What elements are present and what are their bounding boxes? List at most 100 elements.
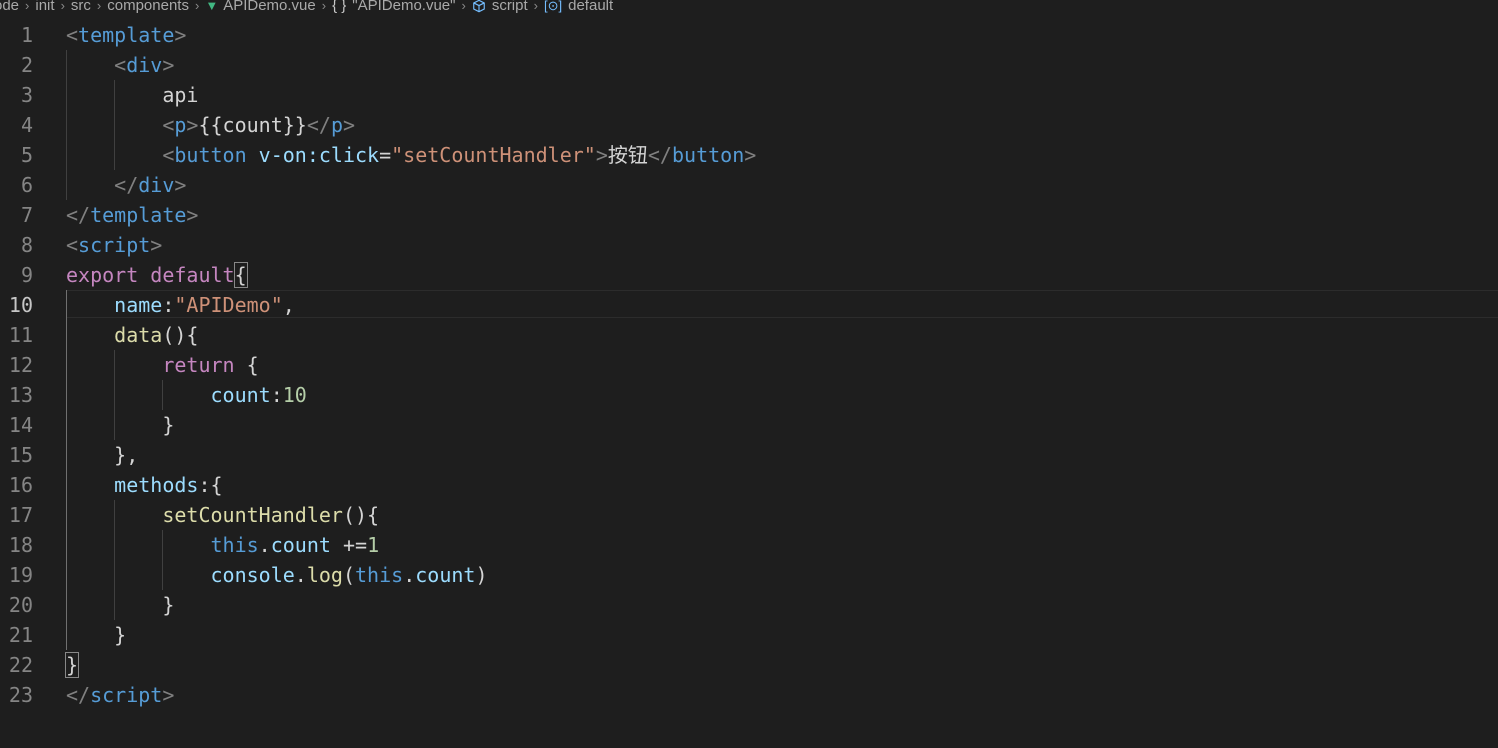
code-text[interactable]: <div> [66,50,174,80]
code-token: += [330,533,368,557]
code-line[interactable]: 23 </script> [0,680,1498,710]
code-line[interactable]: 5 <button v-on:click="setCountHandler">按… [0,140,1498,170]
code-token: } [66,593,175,617]
code-text[interactable]: return { [66,350,259,380]
breadcrumb-item[interactable]: init [35,0,54,14]
code-token: name [114,293,163,317]
code-line[interactable]: 7 </template> [0,200,1498,230]
line-number: 8 [20,233,33,257]
code-token: :{ [198,473,223,497]
code-text[interactable]: } [66,410,174,440]
code-text[interactable]: </div> [66,170,186,200]
code-line[interactable]: 20 } [0,590,1498,620]
code-token: . [403,563,416,587]
code-text[interactable]: } [64,650,80,680]
code-line[interactable]: 22} [0,650,1498,680]
breadcrumb-label: APIDemo.vue [223,0,316,14]
code-text[interactable]: } [66,620,126,650]
braces-icon: { } [332,0,347,14]
code-token: this [355,563,404,587]
code-editor[interactable]: 1 <template> 2 <div> 3 api 4 <p>{{count}}</p… [0,20,1498,748]
code-text[interactable]: export default{ [66,260,248,290]
code-token: : [270,383,283,407]
code-text[interactable]: methods:{ [66,470,223,500]
code-text[interactable]: data(){ [66,320,198,350]
code-text[interactable]: </template> [66,200,198,230]
code-line[interactable]: 21 } [0,620,1498,650]
code-token: < [66,233,79,257]
line-number: 6 [20,173,33,197]
code-token: { [234,353,259,377]
line-number: 11 [8,323,33,347]
code-token: = [379,143,392,167]
breadcrumb-item[interactable]: components [107,0,189,14]
line-number: 4 [20,113,33,137]
breadcrumb-item[interactable]: { } "APIDemo.vue" [332,0,455,14]
code-token: script [78,233,151,257]
code-line[interactable]: 9 export default{ [0,260,1498,290]
breadcrumb-separator-icon: › [194,0,200,13]
code-token: (){ [162,323,199,347]
code-text[interactable]: api [66,80,198,110]
code-line[interactable]: 6 </div> [0,170,1498,200]
cube-icon [472,0,485,13]
code-token: > [186,203,199,227]
code-token: template [78,23,175,47]
breadcrumb-item[interactable]: src [71,0,91,14]
code-line[interactable]: 1 <template> [0,20,1498,50]
code-token: export [66,263,139,287]
code-line[interactable]: 19 console.log(this.count) [0,560,1498,590]
code-line[interactable]: 13 count:10 [0,380,1498,410]
code-line[interactable]: 11 data(){ [0,320,1498,350]
code-text[interactable]: <script> [66,230,162,260]
code-line[interactable]: 17 setCountHandler(){ [0,500,1498,530]
breadcrumb-label: script [491,0,528,14]
breadcrumb-item[interactable]: script [472,0,528,14]
code-text[interactable]: <template> [66,20,186,50]
code-text[interactable]: <p>{{count}}</p> [66,110,355,140]
code-token: > [174,173,187,197]
code-token: button [174,143,247,167]
breadcrumb-label: src [70,0,91,14]
vue-icon: ▼ [205,0,219,13]
breadcrumb-item[interactable]: [⊙] default [544,0,613,14]
code-token: 10 [282,383,307,407]
code-text[interactable]: <button v-on:click="setCountHandler">按钮<… [66,140,756,170]
code-text[interactable]: console.log(this.count) [66,560,488,590]
breadcrumb-item[interactable]: ▼ APIDemo.vue [205,0,315,14]
breadcrumb-separator-icon: › [96,0,102,13]
code-token: div [138,173,175,197]
code-text[interactable]: name:"APIDemo", [66,290,295,320]
code-text[interactable]: count:10 [66,380,307,410]
code-token: 1 [367,533,380,557]
code-line[interactable]: 14 } [0,410,1498,440]
code-text[interactable]: this.count +=1 [66,530,380,560]
code-line[interactable]: 10 name:"APIDemo", [0,290,1498,320]
code-line[interactable]: 4 <p>{{count}}</p> [0,110,1498,140]
breadcrumb-item[interactable]: ode [0,0,19,14]
code-text[interactable]: </script> [66,680,174,710]
code-line[interactable]: 12 return { [0,350,1498,380]
code-text[interactable]: } [66,590,174,620]
code-line[interactable]: 18 this.count +=1 [0,530,1498,560]
code-token: . [258,533,271,557]
code-text[interactable]: setCountHandler(){ [66,500,379,530]
line-number: 2 [20,53,33,77]
code-token: < [162,143,175,167]
code-line[interactable]: 8 <script> [0,230,1498,260]
line-number: 10 [8,293,33,317]
code-line[interactable]: 16 methods:{ [0,470,1498,500]
code-line[interactable]: 15 }, [0,440,1498,470]
code-token: </ [306,113,331,137]
code-token: } [66,623,127,647]
code-token: template [90,203,187,227]
code-text[interactable]: }, [66,440,138,470]
line-number: 7 [20,203,33,227]
code-line[interactable]: 3 api [0,80,1498,110]
breadcrumb-separator-icon: › [321,0,327,13]
code-line[interactable]: 2 <div> [0,50,1498,80]
